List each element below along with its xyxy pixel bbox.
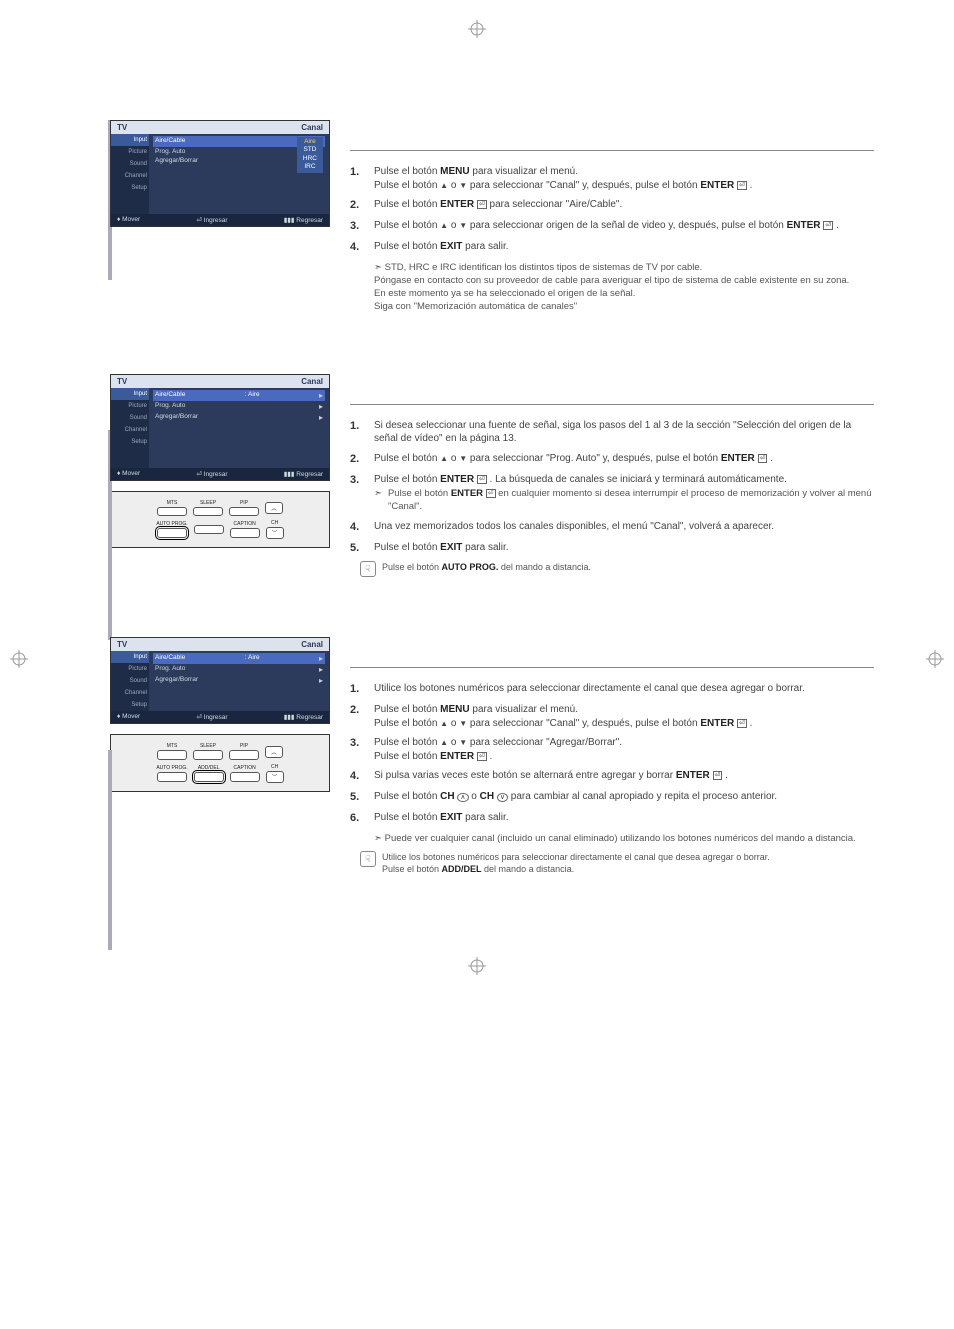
remote-btn-pip <box>229 750 259 760</box>
enter-icon: ⏎ <box>758 454 768 463</box>
osd-row-add: Agregar/Borrar <box>155 157 198 164</box>
remote-btn-sleep <box>193 507 223 517</box>
remote-btn-ch-up: ︿ <box>265 502 283 514</box>
step-number: 1. <box>350 682 364 697</box>
step-text: Pulse el botón MENU para visualizar el m… <box>374 165 874 192</box>
osd-panel: TVCanal Input Picture Sound Channel Setu… <box>110 637 330 724</box>
step-number: 2. <box>350 452 364 467</box>
step-number: 5. <box>350 790 364 805</box>
step-text: Pulse el botón ENTER ⏎ para seleccionar … <box>374 198 874 213</box>
registration-mark-right <box>926 650 944 668</box>
step-number: 1. <box>350 165 364 192</box>
section-signal-source: TV Canal Input Picture Sound Channel Setu… <box>110 120 874 314</box>
remote-tip: ☟ Utilice los botones numéricos para sel… <box>360 851 874 875</box>
note-block: ➣ Puede ver cualquier canal (incluido un… <box>374 832 874 845</box>
remote-btn-mts <box>157 750 187 760</box>
step-text: Pulse el botón EXIT para salir. <box>374 811 874 826</box>
remote-tip-icon: ☟ <box>360 561 376 577</box>
step-text: Una vez memorizados todos los canales di… <box>374 520 874 535</box>
remote-illustration: MTS SLEEP PIP ︿ AUTO PROG. CAPTION CH﹀ <box>110 491 330 549</box>
osd-options-dropdown: Aire STD HRC IRC <box>297 137 323 173</box>
step-text: Pulse el botón CH ∧ o CH ∨ para cambiar … <box>374 790 874 805</box>
osd-row-aircable: Aire/Cable <box>155 137 185 146</box>
enter-icon: ⏎ <box>713 771 723 780</box>
step-number: 4. <box>350 769 364 784</box>
note-block: ➣ STD, HRC e IRC identifican los distint… <box>374 261 874 314</box>
remote-tip-icon: ☟ <box>360 851 376 867</box>
enter-icon: ⏎ <box>486 489 496 498</box>
osd-side-sound: Sound <box>111 158 149 170</box>
remote-btn-caption <box>230 528 260 538</box>
remote-btn-pip <box>229 507 259 517</box>
step-number: 3. <box>350 473 364 514</box>
remote-btn-sleep <box>193 750 223 760</box>
registration-mark-top <box>468 20 486 38</box>
remote-btn-autoprog <box>157 528 187 538</box>
step-number: 2. <box>350 703 364 730</box>
step-text: Pulse el botón EXIT para salir. <box>374 541 874 556</box>
section-rule <box>350 404 874 405</box>
enter-icon: ⏎ <box>477 475 487 484</box>
step-number: 4. <box>350 520 364 535</box>
remote-btn-blank <box>194 525 224 535</box>
step-text: Pulse el botón ▲ o ▼ para seleccionar or… <box>374 219 874 234</box>
enter-icon: ⏎ <box>737 719 747 728</box>
enter-icon: ⏎ <box>737 181 747 190</box>
ch-up-icon: ∧ <box>457 793 468 802</box>
step-number: 5. <box>350 541 364 556</box>
remote-tip: ☟ Pulse el botón AUTO PROG. del mando a … <box>360 561 874 577</box>
osd-panel: TVCanal Input Picture Sound Channel Setu… <box>110 374 330 481</box>
step-text: Pulse el botón ENTER ⏎ . La búsqueda de … <box>374 473 874 514</box>
osd-panel: TV Canal Input Picture Sound Channel Setu… <box>110 120 330 227</box>
remote-btn-mts <box>157 507 187 517</box>
step-text: Pulse el botón EXIT para salir. <box>374 240 874 255</box>
section-add-del: TVCanal Input Picture Sound Channel Setu… <box>110 637 874 875</box>
registration-mark-left <box>10 650 28 668</box>
osd-side-setup: Setup <box>111 182 149 194</box>
ch-down-icon: ∨ <box>497 793 508 802</box>
section-accent-bar <box>108 750 112 950</box>
step-number: 3. <box>350 219 364 234</box>
osd-row-prog: Prog. Auto <box>155 148 185 155</box>
step-number: 1. <box>350 419 364 446</box>
step-text: Pulse el botón ▲ o ▼ para seleccionar "A… <box>374 736 874 763</box>
remote-btn-ch-down: ﹀ <box>266 771 284 783</box>
section-rule <box>350 150 874 151</box>
registration-mark-bottom <box>468 957 486 975</box>
enter-icon: ⏎ <box>823 221 833 230</box>
remote-illustration: MTS SLEEP PIP ︿ AUTO PROG. ADD/DEL CAPTI… <box>110 734 330 792</box>
step-number: 3. <box>350 736 364 763</box>
step-number: 2. <box>350 198 364 213</box>
osd-side-input: Input <box>111 134 149 146</box>
step-text: Utilice los botones numéricos para selec… <box>374 682 874 697</box>
step-text: Pulse el botón MENU para visualizar el m… <box>374 703 874 730</box>
remote-btn-adddel <box>194 772 224 782</box>
section-auto-prog: TVCanal Input Picture Sound Channel Setu… <box>110 374 874 578</box>
step-number: 6. <box>350 811 364 826</box>
step-text: Si pulsa varias veces este botón se alte… <box>374 769 874 784</box>
step-text: Si desea seleccionar una fuente de señal… <box>374 419 874 446</box>
osd-side-picture: Picture <box>111 146 149 158</box>
enter-icon: ⏎ <box>477 200 487 209</box>
enter-icon: ⏎ <box>477 752 487 761</box>
remote-btn-ch-down: ﹀ <box>266 527 284 539</box>
osd-side-channel: Channel <box>111 170 149 182</box>
remote-btn-autoprog <box>157 772 187 782</box>
osd-title: Canal <box>301 123 323 132</box>
step-number: 4. <box>350 240 364 255</box>
remote-btn-ch-up: ︿ <box>265 746 283 758</box>
step-text: Pulse el botón ▲ o ▼ para seleccionar "P… <box>374 452 874 467</box>
osd-tv-label: TV <box>117 123 127 132</box>
remote-btn-caption <box>230 772 260 782</box>
section-rule <box>350 667 874 668</box>
